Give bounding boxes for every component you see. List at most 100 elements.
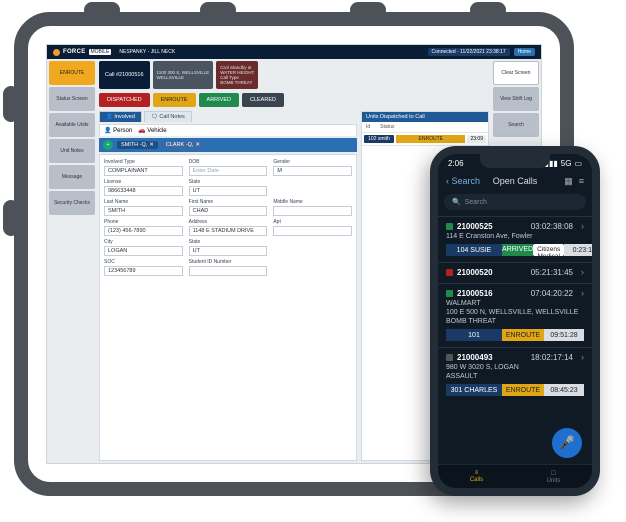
unit-id: 102 smith [364, 135, 394, 143]
call-card[interactable]: 21000493 18:02:17:14 › 980 W 3020 S, LOG… [438, 347, 592, 402]
call-number-pill[interactable]: Call #21000516 [99, 61, 150, 89]
units-panel-header: Units Dispatched to Call [362, 112, 488, 122]
call-loc-line2: WELLSVILLE [157, 75, 210, 80]
lastname-input[interactable]: SMITH [104, 206, 183, 216]
license-input[interactable]: 986633448 [104, 186, 183, 196]
gender-input[interactable]: M [273, 166, 352, 176]
involved-form: Involved TypeCOMPLAINANT DOBEnter Date G… [99, 154, 357, 461]
state2-input[interactable]: UT [189, 246, 268, 256]
home-button[interactable]: Home [514, 48, 535, 56]
lastname-label: Last Name [104, 199, 183, 205]
search-icon: 🔍 [452, 198, 461, 206]
network-label: 5G [561, 159, 572, 168]
clear-screen-button[interactable]: Clear Screen [493, 61, 539, 85]
list-icon[interactable]: ≡ [579, 176, 584, 187]
firstname-input[interactable]: CHAD [189, 206, 268, 216]
rail-message[interactable]: Message [49, 165, 95, 189]
status-dispatched[interactable]: DISPATCHED [99, 93, 150, 107]
voice-fab[interactable]: 🎤 [552, 428, 582, 458]
unit-status: ENROUTE [396, 135, 465, 143]
subtab-person[interactable]: 👤 Person [104, 127, 132, 134]
phone-input[interactable]: (123) 456-7890 [104, 226, 183, 236]
rail-security-checks[interactable]: Security Checks [49, 191, 95, 215]
status-enroute[interactable]: ENROUTE [153, 93, 196, 107]
form-panel: 👤 Involved 🗨 Call Notes 👤 Person 🚗 Vehic… [99, 111, 357, 461]
phone-notch [480, 154, 550, 168]
unit-status-chip: ENROUTE [502, 384, 544, 396]
unit-row[interactable]: 102 smith ENROUTE 23:09 [362, 133, 488, 146]
middlename-input[interactable] [273, 206, 352, 216]
apt-input[interactable] [273, 226, 352, 236]
rail-available-units[interactable]: Available Units [49, 113, 95, 137]
call-card[interactable]: 21000516 07:04:20:22 › WALMART 100 E 500… [438, 283, 592, 347]
brand-icon [53, 49, 60, 56]
call-card[interactable]: 21000525 03:02:38:08 › 114 E Cranston Av… [438, 216, 592, 262]
call-time: 07:04:20:22 [531, 289, 573, 298]
state2-label: State [189, 239, 268, 245]
involved-type-label: Involved Type [104, 159, 183, 165]
close-icon[interactable]: ✕ [195, 142, 200, 148]
grid-icon[interactable]: ▦ [564, 176, 573, 187]
search-input[interactable]: 🔍 Search [444, 194, 586, 210]
close-icon[interactable]: ✕ [149, 142, 154, 148]
location-box: Citizens Medical Center [533, 244, 564, 256]
soc-input[interactable]: 123456789 [104, 266, 183, 276]
state-input[interactable]: UT [189, 186, 268, 196]
call-address: WALMART [446, 300, 584, 307]
rail-unit-notes[interactable]: Unit Notes [49, 139, 95, 163]
call-number: 21000493 [457, 353, 493, 362]
rail-status-screen[interactable]: Status Screen [49, 87, 95, 111]
view-shift-log-button[interactable]: View Shift Log [493, 87, 539, 111]
chevron-right-icon: › [581, 288, 584, 298]
middlename-label: Middle Name [273, 199, 352, 205]
gender-label: Gender [273, 159, 352, 165]
subtab-vehicle[interactable]: 🚗 Vehicle [138, 127, 167, 134]
user-label: NESPANKY - JILL NECK [119, 49, 175, 55]
units-col-id: Id [366, 124, 370, 130]
status-cleared[interactable]: CLEARED [242, 93, 284, 107]
phone-label: Phone [104, 219, 183, 225]
shield-icon: ☐ [551, 470, 556, 477]
person-bar: + SMITH -Q, ✕ CLARK -Q, ✕ [99, 138, 357, 152]
battery-icon: ▭ [574, 159, 582, 168]
brand-sub: MOBILE [89, 49, 112, 55]
rail-enroute[interactable]: ENROUTE [49, 61, 95, 85]
call-nature: ASSAULT [446, 373, 584, 380]
address-input[interactable]: 1148 E STADIUM DRIVE [189, 226, 268, 236]
chevron-right-icon: › [581, 352, 584, 362]
search-placeholder: Search [465, 199, 487, 206]
sid-input[interactable] [189, 266, 268, 276]
call-card[interactable]: 21000520 05:21:31:45 › [438, 262, 592, 283]
involved-type-input[interactable]: COMPLAINANT [104, 166, 183, 176]
call-time: 05:21:31:45 [531, 268, 573, 277]
back-button[interactable]: ‹ Search [446, 176, 480, 186]
dob-label: DOB [189, 159, 268, 165]
list-icon: ≡ [475, 470, 479, 476]
unit-chip: 101 [446, 329, 502, 341]
call-nature: BOMB THREAT [446, 318, 584, 325]
status-arrived[interactable]: ARRIVED [199, 93, 239, 107]
tab-call-notes[interactable]: 🗨 Call Notes [144, 111, 192, 122]
add-person-button[interactable]: + [103, 140, 113, 150]
sid-label: Student ID Number [189, 259, 268, 265]
unit-chip: 104 SUSIE [446, 244, 502, 256]
status-dot-icon [446, 269, 453, 276]
apt-label: Apt [273, 219, 352, 225]
left-rail: ENROUTE Status Screen Available Units Un… [47, 59, 97, 463]
search-button[interactable]: Search [493, 113, 539, 137]
tab-units[interactable]: ☐ Units [515, 465, 592, 488]
calls-list[interactable]: 21000525 03:02:38:08 › 114 E Cranston Av… [438, 214, 592, 404]
call-number: 21000520 [457, 268, 493, 277]
status-buttons: DISPATCHED ENROUTE ARRIVED CLEARED [99, 91, 489, 109]
person-chip-2[interactable]: CLARK -Q, ✕ [162, 141, 204, 149]
tab-involved-label: Involved [114, 114, 135, 120]
person-chip-1[interactable]: SMITH -Q, ✕ [117, 141, 158, 149]
firstname-label: First Name [189, 199, 268, 205]
tab-involved[interactable]: 👤 Involved [99, 111, 142, 122]
tab-calls[interactable]: ≡ Calls [438, 465, 515, 488]
dob-input[interactable]: Enter Date [189, 166, 268, 176]
state-label: State [189, 179, 268, 185]
city-input[interactable]: LOGAN [104, 246, 183, 256]
connection-status: Connected - 11/22/2021 23:38:17 [428, 48, 510, 56]
license-label: License [104, 179, 183, 185]
